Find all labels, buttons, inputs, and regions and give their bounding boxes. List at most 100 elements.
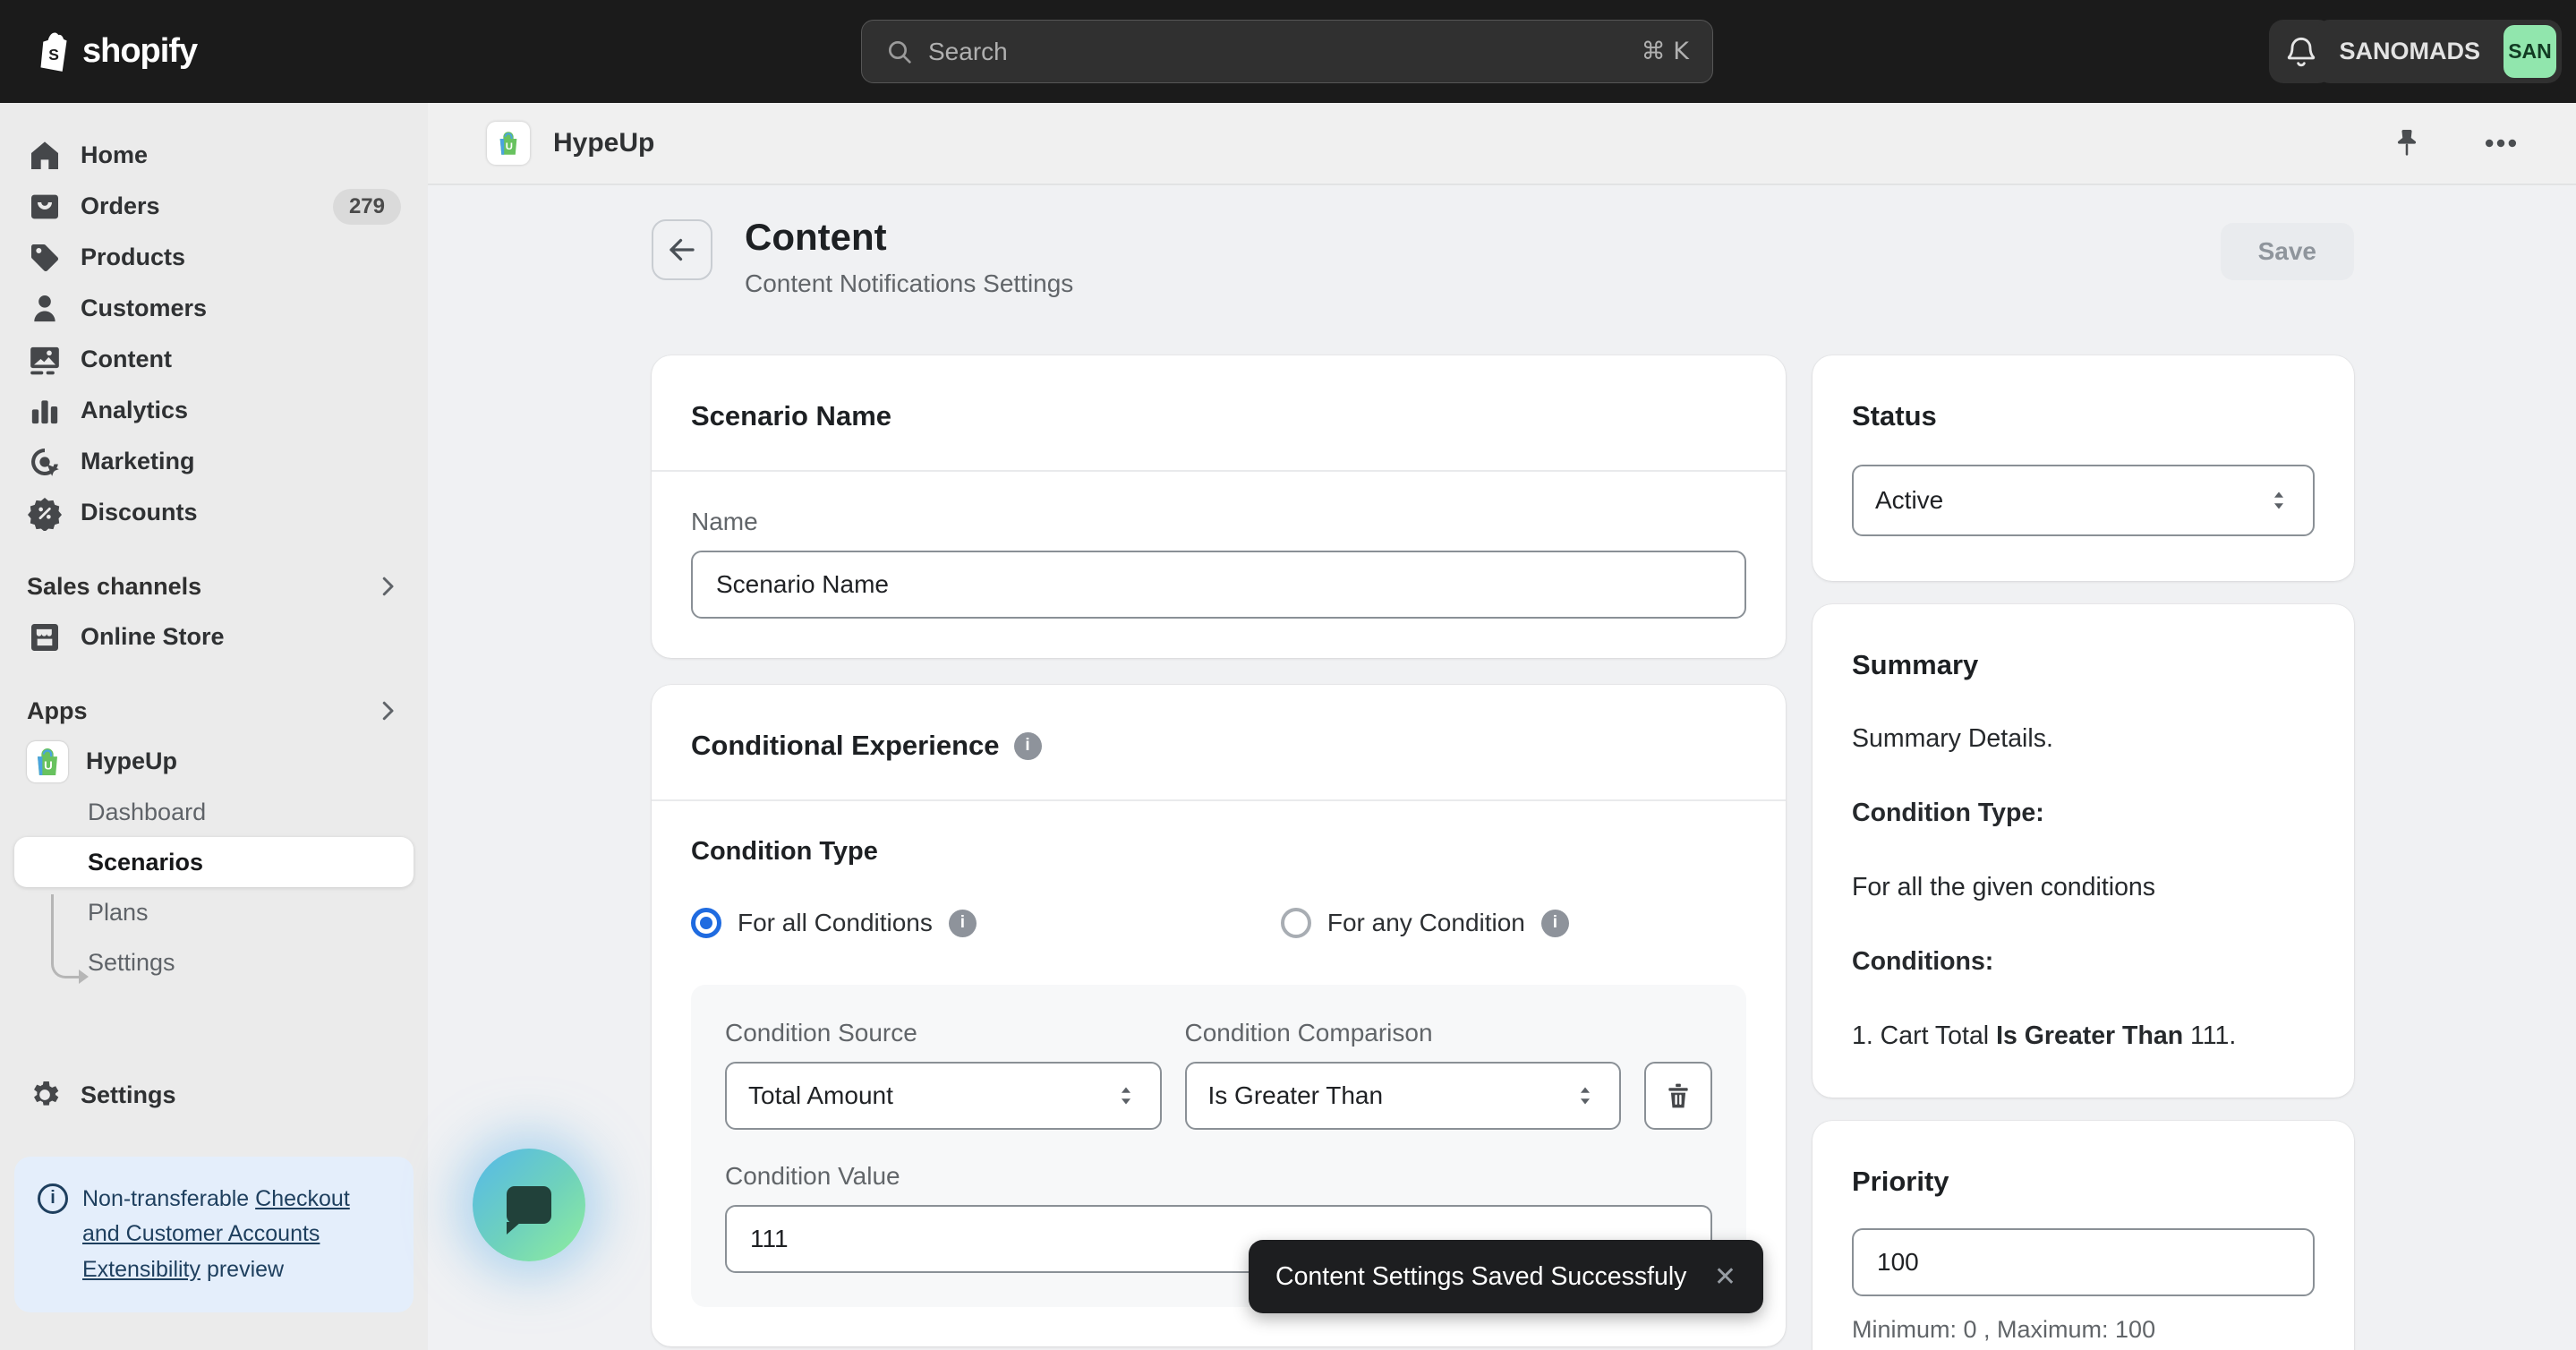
pin-icon xyxy=(2397,129,2417,156)
summary-conditions-label: Conditions: xyxy=(1852,947,1994,977)
sidebar-subitem-scenarios[interactable]: Scenarios xyxy=(14,837,414,887)
condition-source-select[interactable]: Total Amount xyxy=(725,1062,1162,1130)
toast-message: Content Settings Saved Successfuly xyxy=(1275,1261,1687,1291)
person-icon xyxy=(34,295,55,321)
summary-card: Summary Summary Details. Condition Type:… xyxy=(1813,604,2354,1098)
conditional-card-title: Conditional Experience xyxy=(691,730,1000,761)
delete-condition-button[interactable] xyxy=(1644,1062,1712,1130)
account-menu[interactable]: SANOMADS SAN xyxy=(2316,20,2562,83)
sidebar-item-label: Home xyxy=(81,141,149,168)
sidebar-item-customers[interactable]: Customers xyxy=(14,283,414,334)
radio-selected-icon xyxy=(691,908,721,938)
account-name: SANOMADS xyxy=(2339,38,2480,64)
app-header: U HypeUp xyxy=(428,103,2576,185)
summary-condition-item: 1. Cart Total Is Greater Than 111. xyxy=(1852,1021,2237,1051)
search-shortcut: ⌘ K xyxy=(1641,38,1689,65)
page-title: Content xyxy=(745,216,887,258)
target-icon xyxy=(31,448,59,476)
chevron-right-icon xyxy=(382,577,394,596)
sidebar-item-label: Customers xyxy=(81,295,208,321)
avatar: SAN xyxy=(2503,25,2556,78)
priority-card: Priority Minimum: 0 , Maximum: 100 xyxy=(1813,1121,2354,1350)
radio-for-all-conditions[interactable]: For all Conditions i xyxy=(691,908,977,938)
sidebar: Home Orders 279 Products Customers Conte… xyxy=(0,103,428,1350)
bar-chart-icon xyxy=(31,399,58,423)
shopify-logo: S shopify xyxy=(38,30,198,73)
back-button[interactable] xyxy=(652,219,712,280)
sidebar-item-content[interactable]: Content xyxy=(14,334,414,385)
scenario-card-title: Scenario Name xyxy=(691,400,891,431)
more-options-button[interactable] xyxy=(2481,124,2521,163)
summary-condition-type-value: For all the given conditions xyxy=(1852,873,2156,902)
notice-prefix: Non-transferable xyxy=(82,1185,256,1211)
radio-for-any-condition[interactable]: For any Condition i xyxy=(1280,908,1569,938)
storefront-icon xyxy=(31,623,58,651)
summary-details: Summary Details. xyxy=(1852,724,2053,753)
orders-count-badge: 279 xyxy=(332,188,401,225)
extensibility-notice: i Non-transferable Checkout and Customer… xyxy=(14,1156,414,1312)
sidebar-item-label: Online Store xyxy=(81,623,225,650)
sidebar-item-label: Marketing xyxy=(81,448,195,474)
status-title: Status xyxy=(1852,400,1937,431)
sidebar-item-label: Analytics xyxy=(81,397,189,423)
trash-icon xyxy=(1668,1083,1688,1108)
sidebar-item-label: Content xyxy=(81,346,172,372)
sidebar-item-label: Orders xyxy=(81,192,160,219)
info-icon[interactable]: i xyxy=(948,909,977,937)
search-icon xyxy=(889,40,911,64)
sidebar-item-orders[interactable]: Orders 279 xyxy=(14,181,414,232)
condition-value-label: Condition Value xyxy=(725,1162,900,1190)
priority-input[interactable] xyxy=(1852,1228,2315,1297)
condition-comparison-select[interactable]: Is Greater Than xyxy=(1184,1062,1621,1130)
global-search[interactable]: ⌘ K xyxy=(861,20,1713,83)
summary-condition-type-label: Condition Type: xyxy=(1852,799,2044,828)
topbar: S shopify ⌘ K SANOMADS SAN xyxy=(0,0,2576,103)
sidebar-section-sales-channels[interactable]: Sales channels xyxy=(14,561,414,611)
sidebar-item-settings[interactable]: Settings xyxy=(14,1070,414,1121)
shopify-bag-icon: S xyxy=(40,31,67,72)
priority-title: Priority xyxy=(1852,1166,1949,1198)
home-icon xyxy=(31,141,58,169)
notice-suffix: preview xyxy=(200,1256,285,1282)
condition-type-label: Condition Type xyxy=(691,837,878,866)
svg-text:S: S xyxy=(48,45,59,63)
hypeup-app-icon: U xyxy=(487,122,530,165)
sidebar-item-products[interactable]: Products xyxy=(14,232,414,283)
svg-text:U: U xyxy=(506,141,513,152)
page-subtitle: Content Notifications Settings xyxy=(745,269,1074,297)
svg-text:U: U xyxy=(44,758,53,772)
info-icon[interactable]: i xyxy=(1013,731,1042,760)
condition-source-label: Condition Source xyxy=(725,1019,917,1047)
sidebar-item-discounts[interactable]: Discounts xyxy=(14,487,414,538)
sidebar-item-analytics[interactable]: Analytics xyxy=(14,385,414,436)
pin-app-button[interactable] xyxy=(2390,126,2424,160)
status-select[interactable]: Active xyxy=(1852,465,2315,536)
tag-icon xyxy=(30,244,59,271)
support-chat-button[interactable] xyxy=(473,1149,585,1261)
sidebar-item-home[interactable]: Home xyxy=(14,130,414,181)
save-button[interactable]: Save xyxy=(2220,223,2354,280)
scenario-name-input[interactable] xyxy=(691,551,1746,619)
status-card: Status Active xyxy=(1813,355,2354,581)
toast-close-icon[interactable]: ✕ xyxy=(1714,1261,1736,1293)
sidebar-item-marketing[interactable]: Marketing xyxy=(14,436,414,487)
ellipsis-icon xyxy=(2485,139,2517,148)
sidebar-section-apps[interactable]: Apps xyxy=(14,686,414,736)
gear-icon xyxy=(34,1081,59,1106)
sidebar-subitem-dashboard[interactable]: Dashboard xyxy=(14,787,414,837)
image-icon xyxy=(30,346,59,374)
bell-icon xyxy=(2287,37,2315,66)
info-icon[interactable]: i xyxy=(1540,909,1569,937)
condition-comparison-label: Condition Comparison xyxy=(1184,1019,1433,1047)
updown-icon xyxy=(1121,1087,1130,1105)
shopify-wordmark: shopify xyxy=(82,32,198,70)
page: Content Content Notifications Settings S… xyxy=(428,185,2576,1350)
app-header-title: HypeUp xyxy=(553,128,655,158)
updown-icon xyxy=(1580,1087,1591,1105)
sidebar-item-hypeup-app[interactable]: U HypeUp xyxy=(14,736,414,787)
sidebar-item-online-store[interactable]: Online Store xyxy=(14,611,414,662)
chat-icon xyxy=(507,1186,551,1235)
sidebar-item-label: Products xyxy=(81,244,186,270)
info-icon: i xyxy=(38,1183,68,1214)
search-input[interactable] xyxy=(928,37,1642,66)
